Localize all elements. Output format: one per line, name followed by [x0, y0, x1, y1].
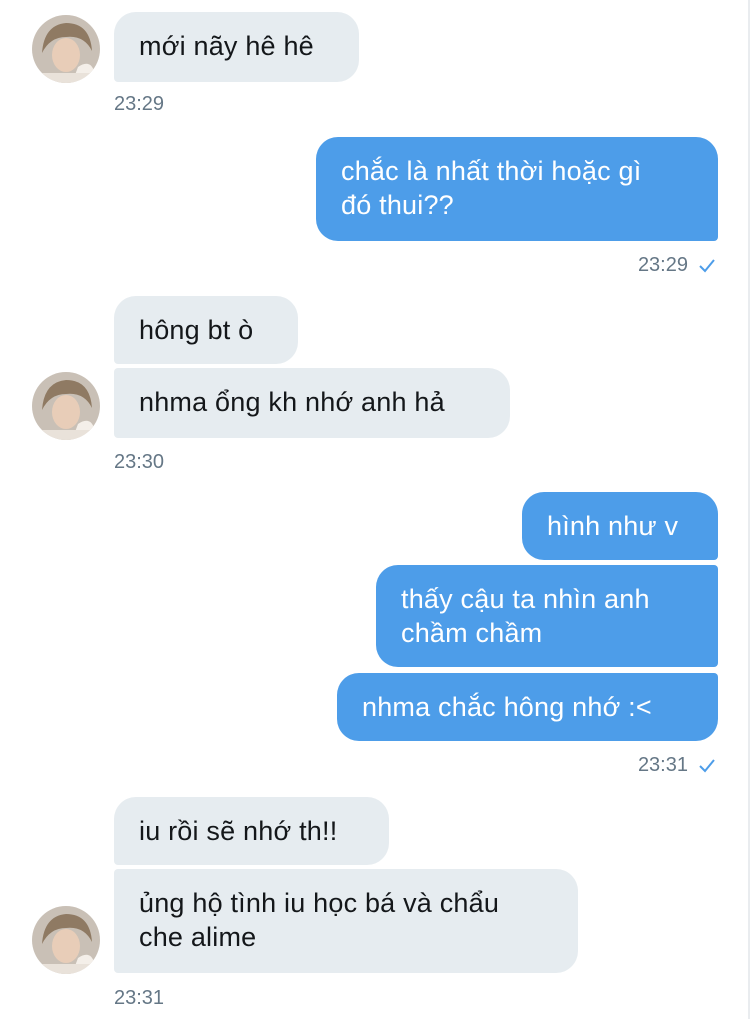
message-bubble-incoming[interactable]: mới nãy hê hê: [114, 12, 359, 82]
avatar-photo-icon: [32, 372, 100, 440]
message-text: nhma ổng kh nhớ anh hả: [139, 387, 445, 417]
message-text: mới nãy hê hê: [139, 31, 314, 61]
message-bubble-incoming[interactable]: nhma ổng kh nhớ anh hả: [114, 368, 510, 438]
check-icon: [698, 756, 716, 780]
message-timestamp: 23:31: [638, 753, 716, 780]
check-icon: [698, 256, 716, 280]
message-bubble-incoming[interactable]: hông bt ò: [114, 296, 298, 364]
chat-thread[interactable]: mới nãy hê hê 23:29 chắc là nhất thời ho…: [0, 0, 750, 1019]
message-bubble-outgoing[interactable]: thấy cậu ta nhìn anh chầm chầm: [376, 565, 718, 667]
message-text: hông bt ò: [139, 315, 254, 345]
message-text-line: che alime: [139, 922, 257, 952]
avatar-photo-icon: [32, 906, 100, 974]
sender-avatar[interactable]: [32, 906, 100, 974]
message-timestamp: 23:29: [114, 92, 164, 116]
message-timestamp: 23:29: [638, 253, 716, 280]
message-text-line: ủng hộ tình iu học bá và chẩu: [139, 888, 500, 918]
sender-avatar[interactable]: [32, 15, 100, 83]
message-text: hình như v: [547, 511, 679, 541]
avatar-photo-icon: [32, 15, 100, 83]
message-timestamp: 23:30: [114, 450, 164, 474]
message-text: iu rồi sẽ nhớ th!!: [139, 816, 338, 846]
message-text-line: chầm chầm: [401, 618, 543, 648]
message-text-line: đó thui??: [341, 190, 454, 220]
message-timestamp: 23:31: [114, 986, 164, 1010]
message-bubble-outgoing[interactable]: hình như v: [522, 492, 718, 560]
message-text-line: chắc là nhất thời hoặc gì: [341, 156, 642, 186]
message-bubble-outgoing[interactable]: nhma chắc hông nhớ :<: [337, 673, 718, 741]
message-bubble-incoming[interactable]: iu rồi sẽ nhớ th!!: [114, 797, 389, 865]
message-text-line: thấy cậu ta nhìn anh: [401, 584, 650, 614]
message-bubble-incoming[interactable]: ủng hộ tình iu học bá và chẩu che alime: [114, 869, 578, 973]
timestamp-text: 23:29: [114, 93, 165, 115]
message-text: nhma chắc hông nhớ :<: [362, 692, 652, 722]
message-bubble-outgoing[interactable]: chắc là nhất thời hoặc gì đó thui??: [316, 137, 718, 241]
timestamp-text: 23:31: [114, 987, 165, 1009]
timestamp-text: 23:31: [637, 754, 688, 776]
sender-avatar[interactable]: [32, 372, 100, 440]
timestamp-text: 23:29: [637, 254, 688, 276]
timestamp-text: 23:30: [114, 451, 165, 473]
